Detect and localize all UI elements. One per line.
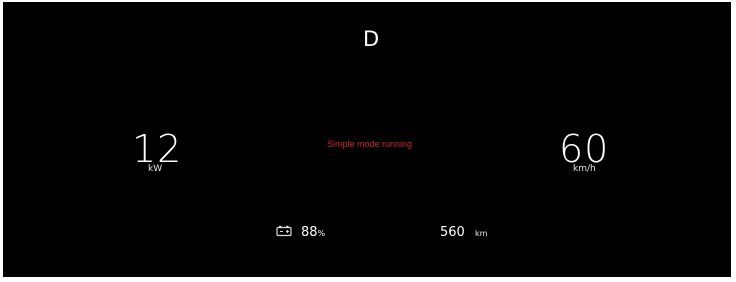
speed-value: 60 bbox=[559, 127, 610, 171]
range-value: 560 bbox=[440, 225, 465, 240]
battery-level: 88% bbox=[301, 226, 325, 239]
power-unit: kW bbox=[148, 164, 163, 174]
range-unit: km bbox=[475, 229, 488, 238]
battery-icon bbox=[276, 225, 292, 237]
speed-unit: km/h bbox=[573, 164, 596, 174]
status-message: Simple mode running bbox=[327, 139, 413, 149]
battery-value: 88 bbox=[301, 225, 318, 240]
instrument-cluster: D 12 kW Simple mode running 60 km/h 88% … bbox=[3, 2, 731, 277]
battery-unit: % bbox=[317, 229, 326, 238]
power-value: 12 bbox=[132, 127, 183, 171]
gear-indicator: D bbox=[363, 27, 380, 51]
